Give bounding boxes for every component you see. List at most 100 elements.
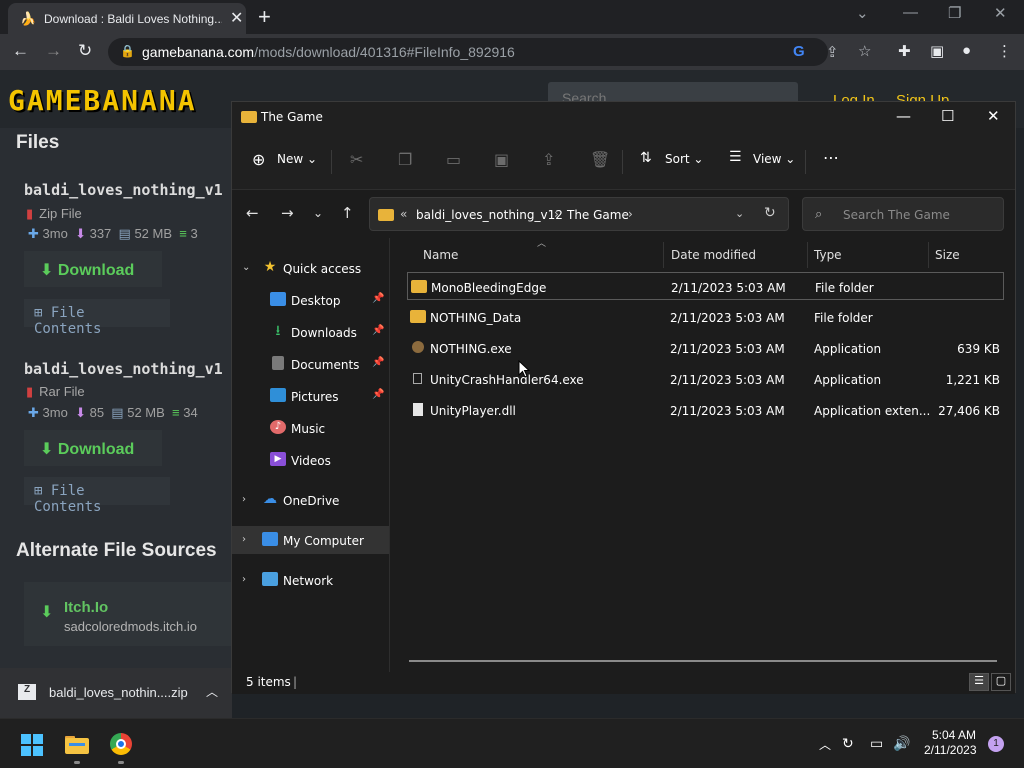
browser-tab[interactable]: 🍌 Download : Baldi Loves Nothing... ✕: [8, 3, 246, 34]
recent-locations-icon[interactable]: ⌄: [313, 206, 323, 220]
site-logo[interactable]: GAMEBANANA: [8, 84, 197, 117]
file-row[interactable]: UnityCrashHandler64.exe 2/11/2023 5:03 A…: [407, 365, 1004, 393]
update-icon[interactable]: ↻: [842, 735, 854, 752]
sort-icon[interactable]: ⇅: [640, 150, 652, 166]
side-panel-icon[interactable]: ▣: [930, 42, 944, 60]
file-name: UnityCrashHandler64.exe: [430, 373, 584, 387]
tab-search-icon[interactable]: ⌄: [856, 4, 869, 22]
tray-overflow-chevron-icon[interactable]: ︿: [819, 736, 831, 753]
reload-icon[interactable]: ↻: [78, 41, 92, 61]
share-icon[interactable]: ⇪: [542, 150, 555, 169]
share-icon[interactable]: ⇪: [826, 43, 839, 61]
nav-item-onedrive[interactable]: › ☁ OneDrive: [232, 486, 389, 514]
breadcrumb-chevron-icon[interactable]: ›: [554, 207, 559, 221]
chevron-right-icon[interactable]: ›: [242, 574, 246, 585]
back-icon[interactable]: ←: [246, 204, 259, 222]
file-row[interactable]: MonoBleedingEdge 2/11/2023 5:03 AM File …: [407, 272, 1004, 300]
column-divider[interactable]: [807, 242, 808, 268]
download-button[interactable]: ⬇ Download: [24, 251, 162, 287]
forward-icon[interactable]: →: [45, 41, 62, 61]
google-lens-icon[interactable]: G: [793, 43, 805, 60]
chevron-up-icon[interactable]: ︿: [206, 683, 218, 700]
nav-item-my-computer[interactable]: › My Computer: [232, 526, 389, 554]
file-contents-button[interactable]: ⊞ File Contents: [24, 477, 170, 515]
pin-icon[interactable]: 📌: [372, 357, 384, 368]
close-tab-icon[interactable]: ✕: [230, 8, 243, 28]
restore-icon[interactable]: ❐: [948, 4, 961, 22]
pin-icon[interactable]: 📌: [372, 325, 384, 336]
menu-kebab-icon[interactable]: ⋮: [997, 42, 1012, 60]
nav-item-downloads[interactable]: ⭳ Downloads 📌: [232, 318, 389, 346]
nav-item-network[interactable]: › Network: [232, 566, 389, 594]
nav-item-music[interactable]: ♪ Music: [232, 414, 389, 442]
lock-icon[interactable]: 🔒: [120, 44, 135, 58]
nav-item-quick-access[interactable]: ⌄ ★ Quick access: [232, 254, 389, 282]
file-row[interactable]: NOTHING.exe 2/11/2023 5:03 AM Applicatio…: [407, 334, 1004, 362]
address-dropdown-icon[interactable]: ⌄: [735, 207, 744, 220]
notification-badge[interactable]: 1: [988, 736, 1004, 752]
paste-icon[interactable]: ▭: [446, 150, 461, 169]
bookmark-star-icon[interactable]: ☆: [858, 42, 871, 60]
column-divider[interactable]: [663, 242, 664, 268]
pin-icon[interactable]: 📌: [372, 389, 384, 400]
alt-source-name[interactable]: Itch.Io: [64, 599, 108, 616]
rename-icon[interactable]: ▣: [494, 150, 509, 169]
forward-icon[interactable]: →: [281, 204, 294, 222]
downloaded-file-name[interactable]: baldi_loves_nothin....zip: [49, 685, 188, 700]
minimize-icon[interactable]: —: [903, 4, 918, 21]
breadcrumb-segment[interactable]: The Game: [567, 208, 629, 222]
minimize-icon[interactable]: —: [896, 107, 911, 125]
view-icon[interactable]: ☰: [729, 149, 742, 165]
breadcrumb-chevron-icon[interactable]: ›: [628, 207, 633, 221]
close-window-icon[interactable]: ✕: [994, 4, 1007, 22]
file-contents-button[interactable]: ⊞ File Contents: [24, 299, 170, 337]
new-tab-icon[interactable]: +: [258, 4, 271, 30]
nav-item-desktop[interactable]: Desktop 📌: [232, 286, 389, 314]
copy-icon[interactable]: ❐: [398, 150, 412, 169]
maximize-icon[interactable]: ☐: [941, 107, 954, 125]
breadcrumb-segment[interactable]: baldi_loves_nothing_v12: [416, 208, 563, 222]
explorer-search-input[interactable]: ⌕ Search The Game: [802, 197, 1004, 231]
alt-source-card[interactable]: ⬇ Itch.Io sadcoloredmods.itch.io: [24, 582, 232, 646]
cut-icon[interactable]: ✂: [350, 150, 363, 169]
address-bar[interactable]: 🔒 gamebanana.com/mods/download/401316#Fi…: [108, 38, 828, 66]
profile-icon[interactable]: ●: [962, 42, 971, 59]
nav-item-documents[interactable]: Documents 📌: [232, 350, 389, 378]
start-button[interactable]: [21, 734, 43, 756]
chevron-down-icon[interactable]: ⌄: [242, 262, 250, 273]
new-plus-icon[interactable]: ⊕: [252, 150, 265, 169]
details-view-icon[interactable]: ☰: [969, 673, 989, 691]
horizontal-scrollbar[interactable]: [409, 660, 997, 662]
network-tray-icon[interactable]: ▭: [870, 735, 883, 752]
file-row[interactable]: UnityPlayer.dll 2/11/2023 5:03 AM Applic…: [407, 396, 1004, 424]
new-button[interactable]: New ⌄: [277, 152, 317, 166]
file-explorer-taskbar-icon[interactable]: [65, 734, 89, 754]
explorer-address-bar[interactable]: « baldi_loves_nothing_v12 › The Game › ⌄…: [369, 197, 789, 231]
delete-icon[interactable]: 🗑: [590, 150, 610, 169]
chevron-right-icon[interactable]: ›: [242, 494, 246, 505]
more-options-icon[interactable]: ⋯: [823, 148, 839, 167]
tiles-view-icon[interactable]: ▢: [991, 673, 1011, 691]
file-row[interactable]: NOTHING_Data 2/11/2023 5:03 AM File fold…: [407, 303, 1004, 331]
system-clock[interactable]: 5:04 AM 2/11/2023: [924, 728, 977, 758]
extensions-icon[interactable]: ✚: [898, 42, 911, 60]
column-header-name[interactable]: Name: [423, 248, 458, 262]
close-icon[interactable]: ✕: [987, 107, 1000, 125]
volume-icon[interactable]: 🔊: [893, 735, 910, 752]
column-header-size[interactable]: Size: [935, 248, 960, 262]
column-divider[interactable]: [928, 242, 929, 268]
view-button[interactable]: View ⌄: [753, 152, 795, 166]
back-icon[interactable]: ←: [12, 41, 29, 61]
download-button[interactable]: ⬇ Download: [24, 430, 162, 466]
sort-button[interactable]: Sort ⌄: [665, 152, 703, 166]
overflow-chevron-icon[interactable]: «: [400, 207, 407, 221]
column-header-type[interactable]: Type: [814, 248, 842, 262]
chevron-right-icon[interactable]: ›: [242, 534, 246, 545]
nav-item-videos[interactable]: ▶ Videos: [232, 446, 389, 474]
up-icon[interactable]: ↑: [341, 204, 354, 222]
pin-icon[interactable]: 📌: [372, 293, 384, 304]
chrome-taskbar-icon[interactable]: [110, 733, 132, 755]
refresh-icon[interactable]: ↻: [764, 205, 776, 221]
column-header-date[interactable]: Date modified: [671, 248, 756, 262]
nav-item-pictures[interactable]: Pictures 📌: [232, 382, 389, 410]
